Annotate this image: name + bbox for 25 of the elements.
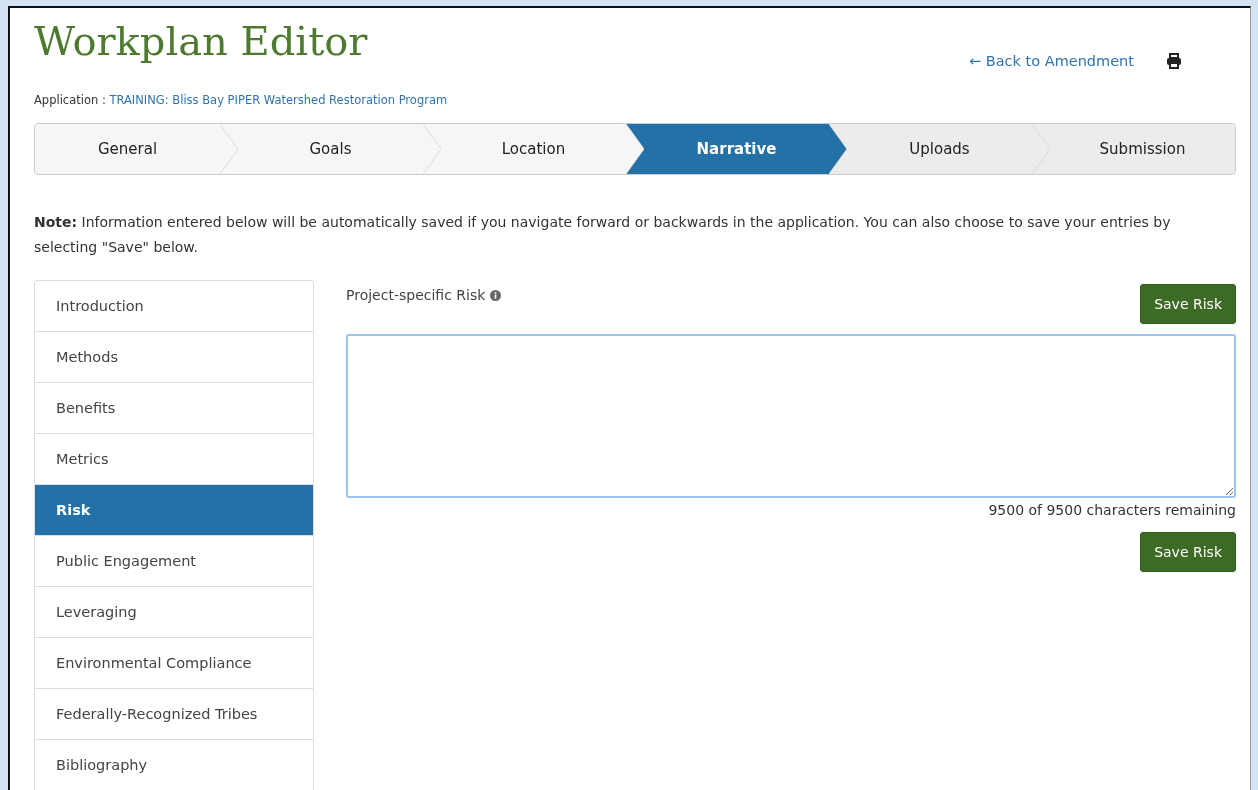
page-title: Workplan Editor (34, 18, 368, 64)
field-label: Project-specific Risk (346, 287, 486, 303)
note-text: Note: Information entered below will be automatically saved if you navigate forward or backwards in the application. You can also choose to save your entries by selecting "Save" below. (34, 213, 1172, 257)
section-item[interactable]: Risk (35, 485, 313, 536)
save-button[interactable]: Save Risk (1140, 532, 1236, 572)
section-item[interactable]: Environmental Compliance (35, 638, 313, 689)
section-item[interactable]: Public Engagement (35, 536, 313, 587)
step-tab[interactable]: Goals (238, 124, 423, 174)
section-item[interactable]: Methods (35, 332, 313, 383)
section-item[interactable]: Bibliography (35, 740, 313, 790)
section-item[interactable]: Introduction (35, 281, 313, 332)
application-link[interactable]: TRAINING: Bliss Bay PIPER Watershed Restoration Program (109, 93, 448, 107)
back-link[interactable]: ← Back to Amendment (969, 53, 1134, 69)
section-item[interactable]: Federally-Recognized Tribes (35, 689, 313, 740)
application-label: Application : (34, 93, 106, 107)
section-item[interactable]: Benefits (35, 383, 313, 434)
character-counter: 9500 of 9500 characters remaining (987, 502, 1236, 518)
save-button[interactable]: Save Risk (1140, 284, 1236, 324)
step-separator (1032, 124, 1050, 174)
risk-text-field[interactable] (346, 334, 1236, 498)
info-icon[interactable] (490, 289, 502, 301)
print-icon[interactable] (1166, 53, 1182, 69)
section-item[interactable]: Leveraging (35, 587, 313, 638)
step-separator (829, 124, 847, 174)
step-tab[interactable]: General (35, 124, 220, 174)
